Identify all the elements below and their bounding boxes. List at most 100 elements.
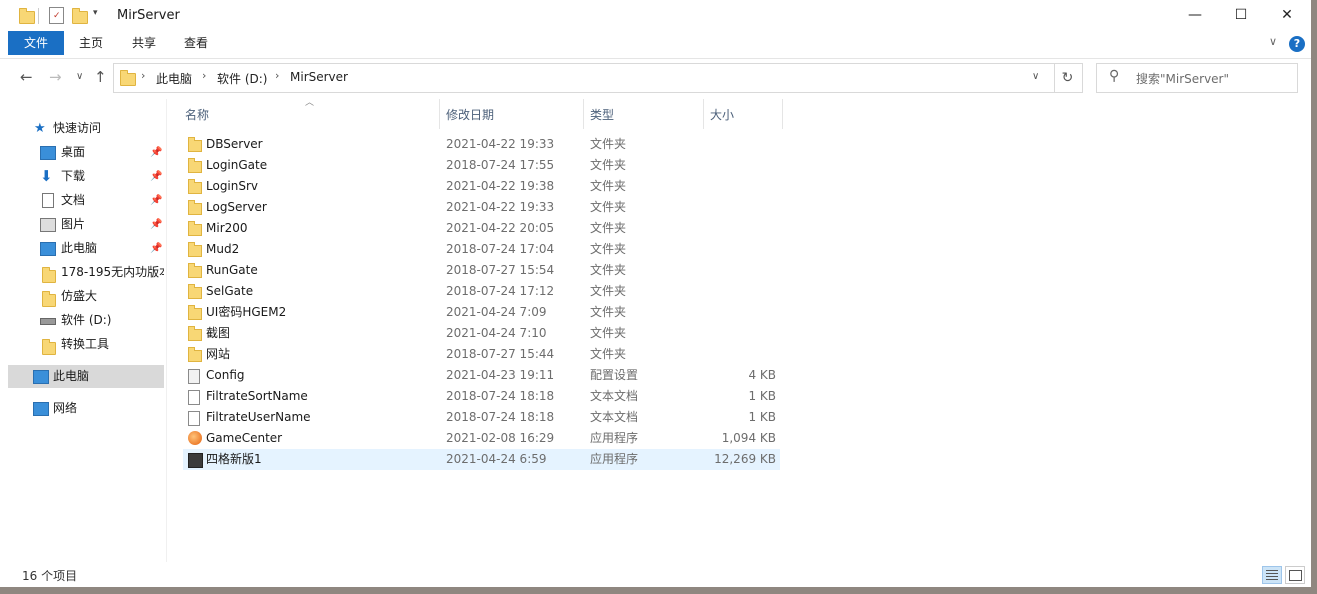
folder-icon	[188, 263, 202, 278]
table-row[interactable]: LoginGate 2018-07-24 17:55 文件夹	[183, 155, 780, 176]
table-row[interactable]: RunGate 2018-07-27 15:54 文件夹	[183, 260, 780, 281]
folder-icon	[188, 179, 202, 194]
sidebar-item-network[interactable]: 网络	[0, 397, 164, 420]
column-header-type[interactable]: 类型	[590, 103, 614, 128]
file-name: 截图	[206, 326, 231, 340]
folder-icon	[188, 284, 202, 299]
properties-icon[interactable]: ✓	[49, 7, 64, 24]
sort-ascending-icon: ︿	[305, 98, 315, 108]
file-name: GameCenter	[206, 431, 283, 445]
sidebar-item-label: 转换工具	[61, 337, 110, 351]
table-row[interactable]: 四格新版1 2021-04-24 6:59 应用程序 12,269 KB	[183, 449, 780, 470]
details-view-button[interactable]	[1262, 566, 1282, 584]
sidebar-item-quick-access[interactable]: ★ 快速访问	[0, 117, 164, 140]
sidebar-item-fangshengda[interactable]: 仿盛大	[0, 285, 164, 308]
large-icons-view-button[interactable]	[1285, 566, 1305, 584]
sidebar-item-label: 此电脑	[53, 369, 90, 383]
address-history-chevron-icon[interactable]: ∨	[1032, 71, 1039, 82]
sidebar-item-downloads[interactable]: ⬇ 下载 📌	[0, 165, 164, 188]
folder-icon	[42, 267, 56, 283]
table-row[interactable]: 截图 2021-04-24 7:10 文件夹	[183, 323, 780, 344]
table-row[interactable]: FiltrateUserName 2018-07-24 18:18 文本文档 1 KB	[183, 407, 780, 428]
table-row[interactable]: DBServer 2021-04-22 19:33 文件夹	[183, 134, 780, 155]
text-file-icon	[188, 390, 200, 405]
file-name: LoginGate	[206, 158, 268, 172]
sidebar-item-label: 178-195无内功版本	[61, 265, 164, 279]
table-row[interactable]: SelGate 2018-07-24 17:12 文件夹	[183, 281, 780, 302]
sidebar-item-drive-d[interactable]: 软件 (D:)	[0, 309, 164, 332]
ribbon-tabs: 文件 主页 共享 查看 ∨ ?	[0, 31, 1311, 59]
picture-icon	[40, 218, 56, 232]
file-list: ︿ 名称 修改日期 类型 大小 DBServer 2021-04-22 19:33…	[167, 98, 1311, 562]
column-divider[interactable]	[583, 99, 584, 129]
tab-home[interactable]: 主页	[71, 31, 111, 55]
column-header-date[interactable]: 修改日期	[446, 103, 494, 128]
tab-view[interactable]: 查看	[176, 31, 216, 55]
tab-share[interactable]: 共享	[124, 31, 164, 55]
table-row[interactable]: LogServer 2021-04-22 19:33 文件夹	[183, 197, 780, 218]
folder-icon	[188, 242, 202, 257]
title-bar: ✓ ▾ MirServer — ☐ ✕	[0, 0, 1311, 31]
file-name: RunGate	[206, 263, 258, 277]
new-folder-icon[interactable]	[72, 8, 88, 24]
explorer-window: ✓ ▾ MirServer — ☐ ✕ 文件 主页 共享 查看 ∨ ? ← → …	[0, 0, 1311, 587]
recent-locations-chevron-icon[interactable]: ∨	[76, 71, 83, 82]
file-date: 2021-04-24 7:09	[446, 305, 547, 319]
file-date: 2018-07-27 15:44	[446, 347, 555, 361]
expand-ribbon-chevron-icon[interactable]: ∨	[1269, 35, 1277, 48]
download-icon: ⬇	[40, 167, 53, 185]
up-button[interactable]: ↑	[94, 68, 107, 86]
file-date: 2021-04-22 19:33	[446, 137, 555, 151]
breadcrumb-drive-d[interactable]: 软件 (D:)	[217, 70, 267, 87]
folder-icon	[188, 326, 202, 341]
search-box[interactable]: ⚲ 搜索"MirServer"	[1096, 63, 1298, 93]
address-bar[interactable]: › 此电脑 › 软件 (D:) › MirServer ∨	[113, 63, 1055, 93]
customize-toolbar-chevron-icon[interactable]: ▾	[93, 8, 98, 18]
breadcrumb-separator-icon: ›	[141, 69, 146, 82]
search-input[interactable]: 搜索"MirServer"	[1136, 70, 1229, 87]
file-name: Mud2	[206, 242, 240, 256]
sidebar-item-pictures[interactable]: 图片 📌	[0, 213, 164, 236]
folder-icon	[19, 8, 35, 24]
sidebar-item-178-195[interactable]: 178-195无内功版本	[0, 261, 164, 284]
tab-file[interactable]: 文件	[8, 31, 64, 55]
file-type: 文件夹	[590, 242, 627, 256]
table-row[interactable]: GameCenter 2021-02-08 16:29 应用程序 1,094 KB	[183, 428, 780, 449]
table-row[interactable]: 网站 2018-07-27 15:44 文件夹	[183, 344, 780, 365]
column-divider[interactable]	[703, 99, 704, 129]
file-date: 2018-07-24 17:04	[446, 242, 555, 256]
sidebar-item-convert-tools[interactable]: 转换工具	[0, 333, 164, 356]
sidebar-item-this-pc[interactable]: 此电脑	[8, 365, 164, 388]
refresh-button[interactable]: ↻	[1053, 63, 1083, 93]
column-header-name[interactable]: 名称	[185, 103, 209, 128]
back-button[interactable]: ←	[20, 68, 33, 86]
table-row[interactable]: UI密码HGEM2 2021-04-24 7:09 文件夹	[183, 302, 780, 323]
forward-button[interactable]: →	[49, 68, 62, 86]
sidebar-item-documents[interactable]: 文档 📌	[0, 189, 164, 212]
table-row[interactable]: Mud2 2018-07-24 17:04 文件夹	[183, 239, 780, 260]
folder-icon	[42, 291, 56, 307]
column-divider[interactable]	[782, 99, 783, 129]
background-edge	[0, 587, 1317, 594]
table-row[interactable]: Config 2021-04-23 19:11 配置设置 4 KB	[183, 365, 780, 386]
breadcrumb-this-pc[interactable]: 此电脑	[156, 70, 192, 87]
table-row[interactable]: LoginSrv 2021-04-22 19:38 文件夹	[183, 176, 780, 197]
table-row[interactable]: Mir200 2021-04-22 20:05 文件夹	[183, 218, 780, 239]
sidebar-item-desktop[interactable]: 桌面 📌	[0, 141, 164, 164]
file-name: DBServer	[206, 137, 263, 151]
minimize-button[interactable]: —	[1172, 0, 1218, 31]
sidebar-item-this-pc-quick[interactable]: 此电脑 📌	[0, 237, 164, 260]
table-row[interactable]: FiltrateSortName 2018-07-24 18:18 文本文档 1 KB	[183, 386, 780, 407]
item-count: 16 个项目	[22, 569, 78, 583]
breadcrumb-mirserver[interactable]: MirServer	[290, 70, 348, 84]
pin-icon: 📌	[150, 171, 163, 182]
column-header-size[interactable]: 大小	[710, 103, 734, 128]
file-type: 文件夹	[590, 347, 627, 361]
maximize-button[interactable]: ☐	[1218, 0, 1264, 31]
file-date: 2018-07-24 18:18	[446, 410, 555, 424]
column-divider[interactable]	[439, 99, 440, 129]
breadcrumb-separator-icon: ›	[202, 69, 207, 82]
help-button[interactable]: ?	[1289, 36, 1305, 52]
close-button[interactable]: ✕	[1264, 0, 1310, 31]
network-icon	[33, 402, 49, 416]
